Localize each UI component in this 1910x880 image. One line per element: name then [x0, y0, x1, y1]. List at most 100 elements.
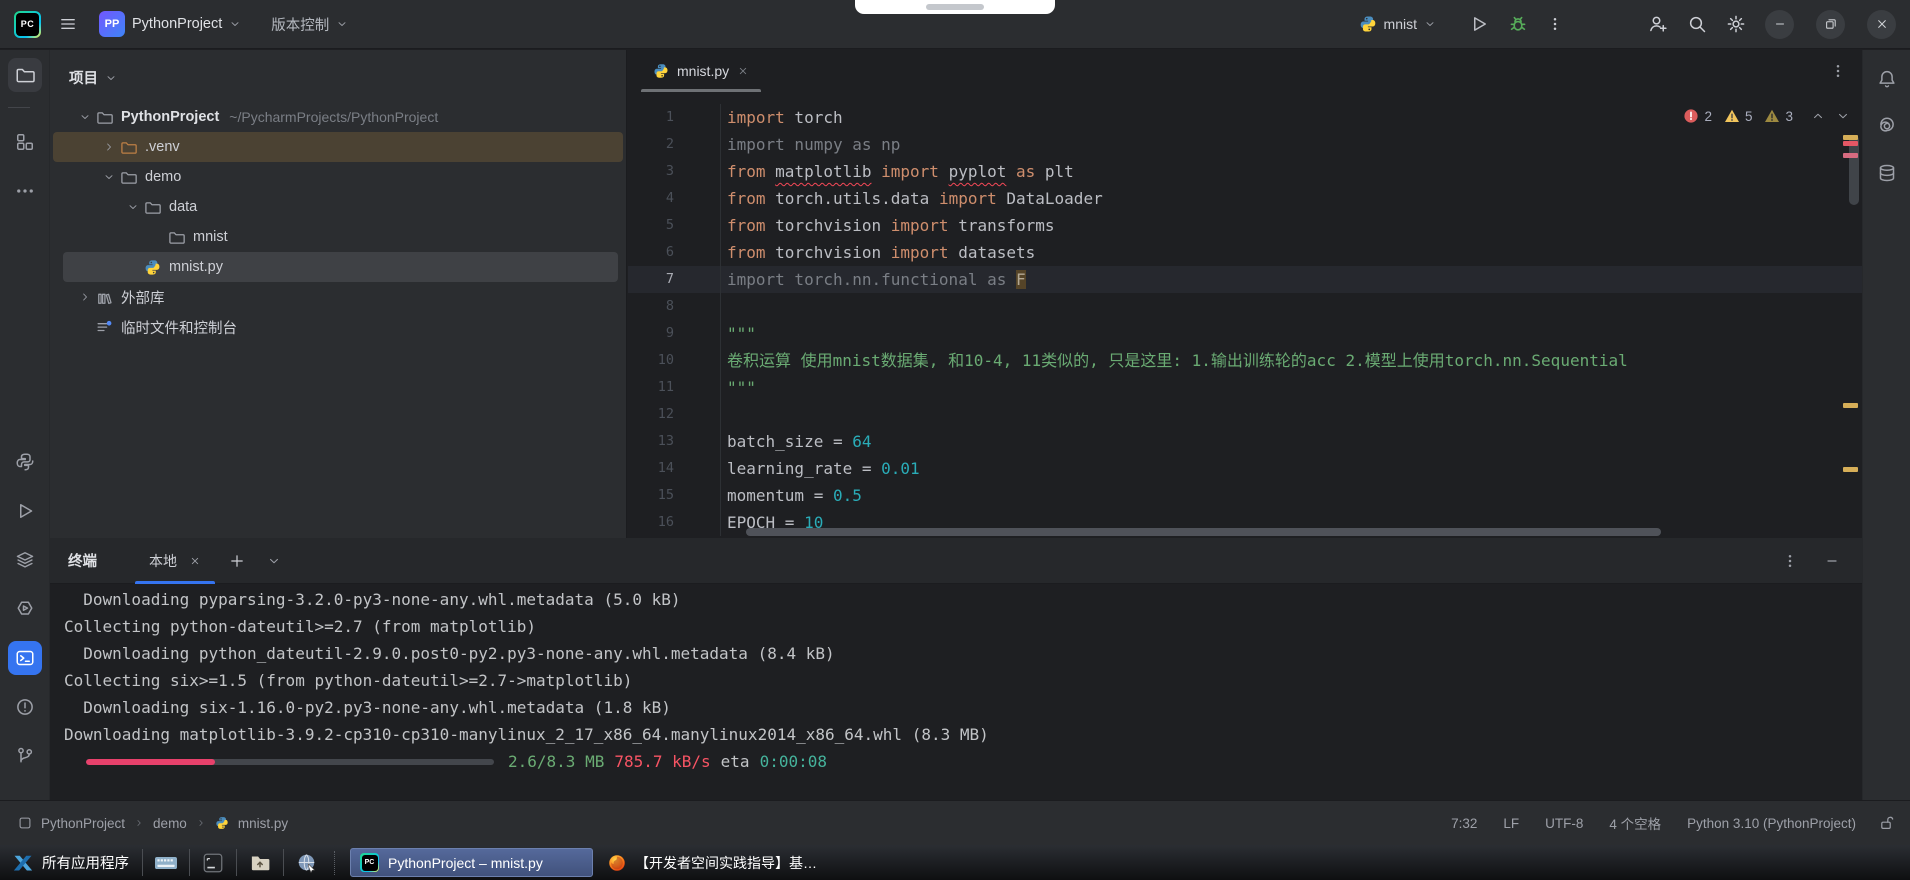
code-line[interactable]: 6from torchvision import datasets [628, 239, 1862, 266]
tree-item[interactable]: 临时文件和控制台 [50, 312, 626, 342]
next-problem-button[interactable] [1836, 109, 1850, 123]
chevron-down-icon[interactable] [98, 171, 120, 183]
tool-button-terminal[interactable] [8, 641, 42, 675]
keyboard-launcher[interactable] [143, 848, 189, 877]
applications-menu-button[interactable]: 所有应用程序 [0, 852, 142, 873]
tool-button-notifications[interactable] [1872, 64, 1902, 94]
warning-stripe-mark[interactable] [1843, 135, 1858, 140]
taskbar-window-button[interactable]: PCPythonProject – mnist.py [350, 848, 593, 877]
status-item[interactable]: Python 3.10 (PythonProject) [1674, 816, 1869, 831]
remote-toolbar-handle[interactable] [855, 0, 1055, 14]
tree-item[interactable]: mnist [50, 222, 626, 252]
new-terminal-button[interactable] [229, 553, 245, 569]
line-number: 11 [628, 374, 721, 401]
tree-item[interactable]: mnist.py [63, 252, 618, 282]
terminal-output[interactable]: Downloading pyparsing-3.2.0-py3-none-any… [50, 584, 1862, 775]
code-line[interactable]: 12 [628, 401, 1862, 428]
tool-button-python-console[interactable] [8, 445, 42, 479]
tool-button-project[interactable] [8, 58, 42, 92]
python-file-icon [215, 816, 229, 830]
chevron-right-icon[interactable] [74, 291, 96, 303]
breadcrumb-folder[interactable]: demo [153, 816, 187, 831]
tool-button-run[interactable] [8, 494, 42, 528]
vcs-selector[interactable]: 版本控制 [271, 14, 348, 35]
run-configuration-selector[interactable]: mnist [1359, 15, 1436, 33]
code-line[interactable]: 8 [628, 293, 1862, 320]
tool-button-more-tools[interactable] [8, 174, 42, 208]
tab-close-icon[interactable] [737, 65, 749, 77]
code-line[interactable]: 1import torch [628, 104, 1862, 131]
more-actions-button[interactable] [1547, 16, 1563, 32]
tool-button-problems[interactable] [8, 690, 42, 724]
taskbar-window-button[interactable]: 【开发者空间实践指导】基… [599, 848, 842, 877]
hide-terminal-button[interactable] [1824, 553, 1840, 569]
terminal-tab-local[interactable]: 本地 [141, 538, 209, 584]
settings-button[interactable] [1726, 14, 1746, 34]
inspections-widget[interactable]: 2 5 3 [1683, 108, 1850, 124]
run-button[interactable] [1469, 14, 1489, 34]
project-selector[interactable]: PP PythonProject [99, 11, 241, 37]
terminal-options-button[interactable] [1782, 553, 1798, 569]
file-manager-launcher[interactable] [237, 848, 283, 877]
code-line[interactable]: 11""" [628, 374, 1862, 401]
tree-item[interactable]: 外部库 [50, 282, 626, 312]
chevron-down-icon[interactable] [122, 201, 144, 213]
code-area[interactable]: 1import torch2import numpy as np3from ma… [628, 92, 1862, 538]
tree-item[interactable]: demo [50, 162, 626, 192]
code-line[interactable]: 13batch_size = 64 [628, 428, 1862, 455]
warning-stripe-mark[interactable] [1843, 403, 1858, 408]
window-close-button[interactable] [1867, 10, 1896, 39]
code-line[interactable]: 9""" [628, 320, 1862, 347]
error-stripe-mark[interactable] [1843, 153, 1858, 158]
window-restore-button[interactable] [1816, 10, 1845, 39]
terminal-tab-close-icon[interactable] [189, 555, 201, 567]
code-line[interactable]: 7import torch.nn.functional as F [628, 266, 1862, 293]
tab-options-button[interactable] [1830, 63, 1846, 79]
search-everywhere-button[interactable] [1687, 14, 1707, 34]
code-line[interactable]: 15momentum = 0.5 [628, 482, 1862, 509]
code-line[interactable]: 4from torch.utils.data import DataLoader [628, 185, 1862, 212]
tree-item[interactable]: data [50, 192, 626, 222]
status-item[interactable]: 4 个空格 [1596, 813, 1674, 833]
browser-launcher[interactable] [284, 848, 330, 877]
tool-button-structure[interactable] [8, 125, 42, 159]
status-item[interactable]: UTF-8 [1532, 816, 1596, 831]
code-text: """ [721, 374, 756, 401]
add-account-button[interactable] [1648, 14, 1668, 34]
main-menu-icon[interactable] [59, 15, 77, 33]
editor-horizontal-scrollbar[interactable] [746, 528, 1661, 536]
terminal-tab-dropdown[interactable] [267, 554, 281, 568]
debug-button[interactable] [1508, 14, 1528, 34]
terminal-line: Downloading matplotlib-3.9.2-cp310-cp310… [64, 721, 1862, 748]
breadcrumb-file[interactable]: mnist.py [238, 816, 288, 831]
terminal-launcher[interactable] [190, 848, 236, 877]
warning-stripe-mark[interactable] [1843, 467, 1858, 472]
tool-button-ai-assistant[interactable] [1872, 111, 1902, 141]
code-line[interactable]: 2import numpy as np [628, 131, 1862, 158]
tool-button-database[interactable] [1872, 158, 1902, 188]
warning-count: 5 [1745, 109, 1753, 124]
tree-item[interactable]: PythonProject~/PycharmProjects/PythonPro… [50, 102, 626, 132]
status-item[interactable]: LF [1490, 816, 1532, 831]
tree-item[interactable]: .venv [53, 132, 623, 162]
tree-item-label: demo [145, 169, 181, 185]
code-line[interactable]: 10卷积运算 使用mnist数据集, 和10-4, 11类似的, 只是这里: 1… [628, 347, 1862, 374]
lock-open-icon[interactable] [1879, 815, 1895, 831]
breadcrumb-project[interactable]: PythonProject [41, 816, 125, 831]
window-minimize-button[interactable] [1765, 10, 1794, 39]
chevron-down-icon[interactable] [74, 111, 96, 123]
code-line[interactable]: 5from torchvision import transforms [628, 212, 1862, 239]
status-item[interactable]: 7:32 [1438, 816, 1490, 831]
chevron-right-icon[interactable] [98, 141, 120, 153]
project-panel-header[interactable]: 项目 [50, 50, 626, 102]
code-line[interactable]: 14learning_rate = 0.01 [628, 455, 1862, 482]
previous-problem-button[interactable] [1811, 109, 1825, 123]
tool-button-services[interactable] [8, 592, 42, 626]
tool-button-python-packages[interactable] [8, 543, 42, 577]
tool-button-version-control[interactable] [8, 739, 42, 773]
status-bar-widgets: 7:32LFUTF-84 个空格Python 3.10 (PythonProje… [1438, 813, 1910, 833]
chevron-down-icon [229, 18, 241, 30]
code-line[interactable]: 3from matplotlib import pyplot as plt [628, 158, 1862, 185]
error-stripe-mark[interactable] [1843, 141, 1858, 146]
editor-tab-mnist[interactable]: mnist.py [641, 50, 761, 92]
